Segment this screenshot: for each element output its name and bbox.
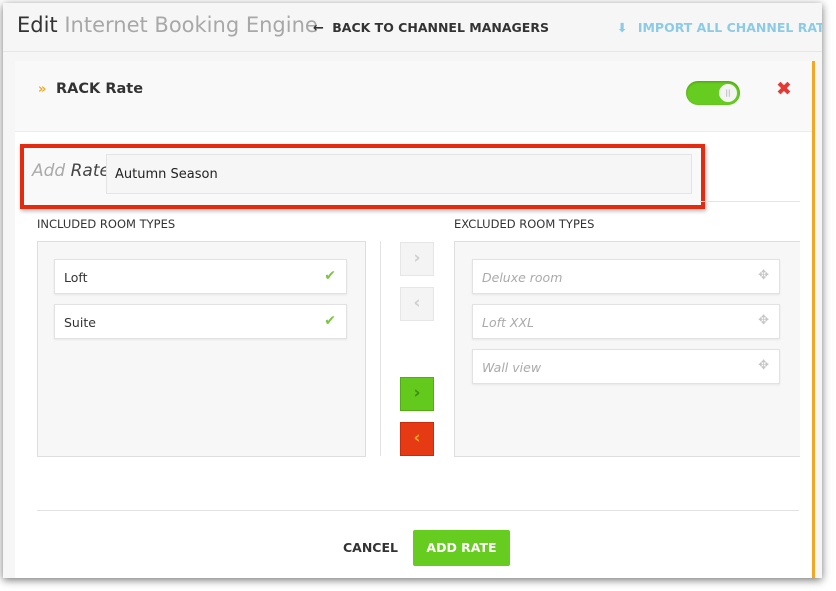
app-window: Edit Internet Booking Engine ← BACK TO C… bbox=[3, 3, 822, 578]
add-rate-label-main: Rate bbox=[70, 161, 110, 181]
excluded-room-item[interactable]: Loft XXL ✥ bbox=[472, 304, 780, 339]
accent-rail bbox=[812, 61, 815, 578]
room-type-name: Loft bbox=[64, 270, 88, 285]
room-type-name: Wall view bbox=[482, 360, 542, 375]
excluded-room-types-heading: EXCLUDED ROOM TYPES bbox=[454, 217, 595, 231]
excluded-room-types-list: Deluxe room ✥ Loft XXL ✥ Wall view ✥ bbox=[454, 241, 800, 457]
included-room-types-heading: INCLUDED ROOM TYPES bbox=[37, 217, 176, 231]
title-name: Internet Booking Engine bbox=[64, 13, 318, 37]
import-label: IMPORT ALL CHANNEL RATES bbox=[637, 20, 822, 35]
move-all-left-button[interactable]: ‹ bbox=[400, 422, 434, 456]
included-room-item[interactable]: Suite ✔ bbox=[54, 304, 347, 339]
collapse-chevron-icon[interactable]: » bbox=[38, 82, 46, 97]
add-rate-field-group: Add Rate bbox=[20, 144, 705, 209]
excluded-room-item[interactable]: Wall view ✥ bbox=[472, 349, 780, 384]
toggle-knob: || bbox=[719, 84, 737, 102]
title-prefix: Edit bbox=[17, 13, 58, 37]
rate-name-input[interactable] bbox=[106, 154, 692, 194]
add-rate-button[interactable]: ADD RATE bbox=[413, 530, 510, 566]
back-label: BACK TO CHANNEL MANAGERS bbox=[332, 20, 549, 35]
drag-handle-icon[interactable]: ✥ bbox=[758, 268, 769, 283]
rate-card: » RACK Rate || ✖ Add Rate INCLUDED ROOM … bbox=[15, 61, 812, 578]
move-left-button[interactable]: ‹ bbox=[400, 287, 434, 321]
page-title: Edit Internet Booking Engine bbox=[17, 13, 318, 37]
excluded-room-item[interactable]: Deluxe room ✥ bbox=[472, 259, 780, 294]
column-divider bbox=[380, 241, 381, 456]
move-all-right-button[interactable]: › bbox=[400, 377, 434, 411]
import-all-channel-rates-link[interactable]: ⬇ IMPORT ALL CHANNEL RATES bbox=[617, 20, 822, 35]
room-type-name: Deluxe room bbox=[482, 270, 563, 285]
room-type-name: Suite bbox=[64, 315, 96, 330]
back-to-channel-managers-link[interactable]: ← BACK TO CHANNEL MANAGERS bbox=[313, 20, 549, 36]
included-room-item[interactable]: Loft ✔ bbox=[54, 259, 347, 294]
move-right-button[interactable]: › bbox=[400, 242, 434, 276]
cancel-button[interactable]: CANCEL bbox=[343, 540, 398, 555]
room-type-name: Loft XXL bbox=[482, 315, 534, 330]
check-icon: ✔ bbox=[324, 313, 336, 329]
rate-active-toggle[interactable]: || bbox=[686, 81, 740, 105]
drag-handle-icon[interactable]: ✥ bbox=[758, 313, 769, 328]
included-room-types-list: Loft ✔ Suite ✔ bbox=[37, 241, 366, 457]
arrow-left-icon: ← bbox=[313, 21, 324, 36]
check-icon: ✔ bbox=[324, 268, 336, 284]
add-rate-label: Add Rate bbox=[32, 161, 110, 181]
download-icon: ⬇ bbox=[617, 20, 628, 35]
rate-card-header: » RACK Rate || ✖ bbox=[15, 61, 812, 132]
divider bbox=[700, 201, 800, 202]
drag-handle-icon[interactable]: ✥ bbox=[758, 358, 769, 373]
rate-card-title: RACK Rate bbox=[56, 81, 144, 97]
close-icon[interactable]: ✖ bbox=[776, 78, 792, 100]
add-rate-label-prefix: Add bbox=[32, 161, 66, 181]
header-divider bbox=[3, 51, 822, 52]
footer-divider bbox=[37, 510, 799, 511]
